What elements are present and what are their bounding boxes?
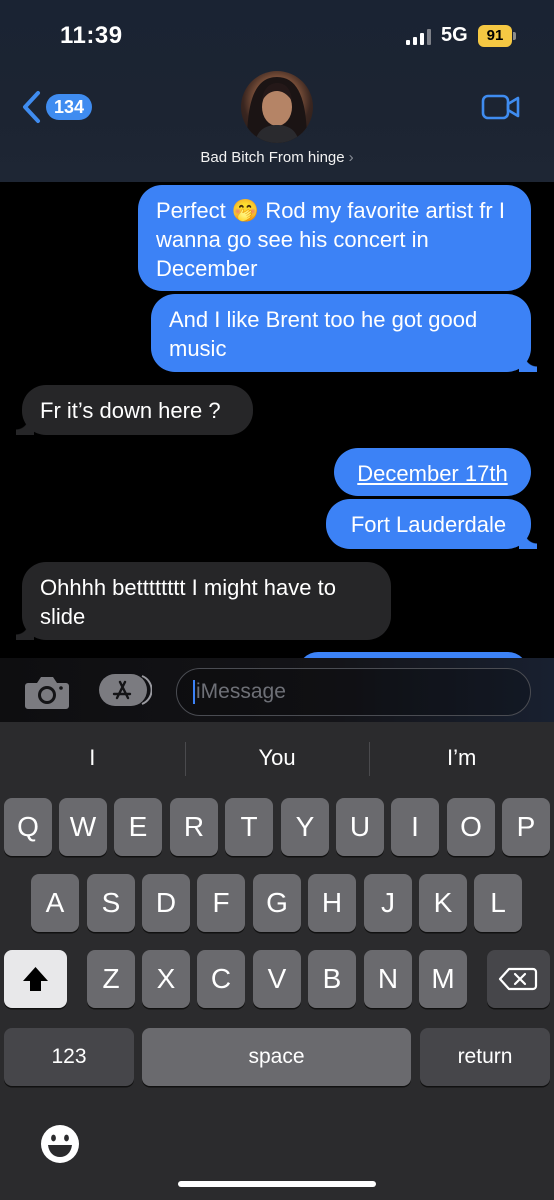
facetime-video-button[interactable]: [481, 94, 521, 125]
shift-arrow-icon: [23, 967, 48, 991]
key-f[interactable]: F: [197, 874, 245, 932]
key-j[interactable]: J: [364, 874, 412, 932]
key-g[interactable]: G: [253, 874, 301, 932]
key-m[interactable]: M: [419, 950, 467, 1008]
camera-button[interactable]: [24, 674, 70, 715]
key-n[interactable]: N: [364, 950, 412, 1008]
key-z[interactable]: Z: [87, 950, 135, 1008]
key-r[interactable]: R: [170, 798, 218, 856]
status-time: 11:39: [60, 22, 123, 49]
message-input[interactable]: iMessage: [176, 668, 531, 716]
key-e[interactable]: E: [114, 798, 162, 856]
suggestion-item[interactable]: You: [184, 722, 370, 794]
smiley-icon: [41, 1125, 79, 1163]
back-button[interactable]: 134: [20, 90, 93, 124]
key-p[interactable]: P: [502, 798, 550, 856]
space-key[interactable]: space: [142, 1028, 411, 1086]
message-bubble-incoming[interactable]: Ohhhh betttttttt I might have to slide: [16, 562, 391, 640]
key-d[interactable]: D: [142, 874, 190, 932]
suggestion-item[interactable]: I’m: [369, 722, 554, 794]
app-store-button[interactable]: [98, 673, 153, 712]
numbers-key[interactable]: 123: [4, 1028, 134, 1086]
key-i[interactable]: I: [391, 798, 439, 856]
signal-icon: [406, 29, 431, 45]
backspace-icon: [498, 967, 538, 991]
key-q[interactable]: Q: [4, 798, 52, 856]
key-k[interactable]: K: [419, 874, 467, 932]
keyboard: I You I’m Q W E R T Y U I O P A S D F G …: [0, 722, 554, 1200]
key-b[interactable]: B: [308, 950, 356, 1008]
compose-bar: iMessage: [0, 658, 554, 722]
camera-icon: [25, 677, 69, 709]
contact-name[interactable]: Bad Bitch From hinge ›: [0, 149, 554, 166]
key-l[interactable]: L: [474, 874, 522, 932]
network-type: 5G: [441, 24, 468, 46]
key-x[interactable]: X: [142, 950, 190, 1008]
unread-count-badge: 134: [46, 94, 93, 120]
message-bubble-outgoing[interactable]: And I like Brent too he got good music: [151, 294, 537, 372]
app-store-icon: [99, 674, 153, 706]
message-bubble-outgoing[interactable]: December 17th: [334, 448, 531, 496]
key-c[interactable]: C: [197, 950, 245, 1008]
key-a[interactable]: A: [31, 874, 79, 932]
key-s[interactable]: S: [87, 874, 135, 932]
emoji-button[interactable]: [40, 1124, 80, 1169]
chevron-left-icon: [23, 91, 40, 123]
key-h[interactable]: H: [308, 874, 356, 932]
date-link[interactable]: December 17th: [357, 461, 507, 486]
avatar[interactable]: [241, 71, 313, 143]
key-w[interactable]: W: [59, 798, 107, 856]
key-v[interactable]: V: [253, 950, 301, 1008]
predictive-bar: I You I’m: [0, 722, 554, 794]
message-bubble-incoming[interactable]: Fr it’s down here ?: [16, 385, 253, 435]
key-y[interactable]: Y: [281, 798, 329, 856]
battery-level: 91: [478, 25, 512, 47]
message-thread[interactable]: Perfect 🤭 Rod my favorite artist fr I wa…: [0, 182, 554, 658]
battery-icon: 91: [478, 25, 516, 47]
shift-key[interactable]: [4, 950, 67, 1008]
message-bubble-outgoing[interactable]: Fort Lauderdale: [326, 499, 537, 549]
home-indicator: [178, 1181, 376, 1187]
conversation-header: 11:39 5G 91 134 Bad Bitch From hinge ›: [0, 0, 554, 182]
video-camera-icon: [481, 94, 520, 120]
return-key[interactable]: return: [420, 1028, 550, 1086]
key-t[interactable]: T: [225, 798, 273, 856]
key-o[interactable]: O: [447, 798, 495, 856]
key-u[interactable]: U: [336, 798, 384, 856]
chevron-right-icon: ›: [348, 149, 354, 166]
suggestion-item[interactable]: I: [0, 722, 185, 794]
message-bubble-outgoing[interactable]: Perfect 🤭 Rod my favorite artist fr I wa…: [138, 185, 531, 291]
delete-key[interactable]: [487, 950, 550, 1008]
text-caret: [193, 680, 195, 705]
